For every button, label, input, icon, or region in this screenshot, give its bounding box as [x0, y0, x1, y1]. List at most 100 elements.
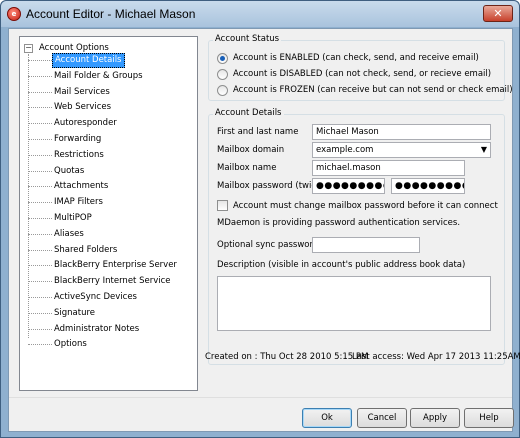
name-field[interactable]: Michael Mason	[312, 124, 491, 140]
tree-item-label[interactable]: Mail Folder & Groups	[52, 70, 145, 83]
must-change-password-checkbox[interactable]	[217, 200, 228, 211]
tree-connector	[28, 154, 52, 156]
window-title: Account Editor - Michael Mason	[26, 7, 196, 21]
tree-connector	[28, 170, 52, 172]
dialog-client: − Account Options Account Details Mail Fo…	[8, 28, 520, 432]
footer-divider	[9, 397, 512, 398]
tree-item-label[interactable]: Shared Folders	[52, 244, 119, 257]
tree-item-label[interactable]: Administrator Notes	[52, 323, 141, 336]
tree-item[interactable]: Options	[28, 337, 89, 352]
tree-connector	[28, 139, 52, 140]
tree-item-label[interactable]: Aliases	[52, 228, 86, 241]
tree-connector	[28, 297, 52, 298]
tree-item[interactable]: Restrictions	[28, 148, 106, 163]
tree-connector	[28, 60, 52, 61]
tree-connector	[28, 186, 52, 188]
close-button[interactable]: ✕	[483, 5, 513, 22]
apply-button[interactable]: Apply	[410, 408, 460, 428]
tree-item[interactable]: Mail Folder & Groups	[28, 69, 145, 84]
tree-item-label[interactable]: IMAP Filters	[52, 196, 105, 209]
tree-item[interactable]: Signature	[28, 306, 97, 321]
tree-connector	[28, 344, 52, 346]
title-bar: e Account Editor - Michael Mason ✕	[1, 1, 519, 27]
tree-item-label[interactable]: BlackBerry Internet Service	[52, 275, 173, 288]
radio-enabled-label: Account is ENABLED (can check, send, and…	[233, 53, 479, 63]
tree-item[interactable]: ActiveSync Devices	[28, 290, 139, 305]
tree-item[interactable]: Aliases	[28, 227, 86, 242]
tree-item-label[interactable]: Account Details	[52, 53, 125, 68]
tree-item-label[interactable]: Web Services	[52, 101, 113, 114]
tree-item[interactable]: Forwarding	[28, 132, 103, 147]
tree-item-label[interactable]: Attachments	[52, 180, 110, 193]
sync-password-field[interactable]	[312, 237, 420, 253]
tree-connector	[28, 249, 52, 251]
domain-select[interactable]: example.com ▼	[312, 142, 491, 158]
radio-frozen-button[interactable]	[217, 84, 228, 96]
close-icon: ✕	[493, 7, 503, 20]
tree-item-label[interactable]: Restrictions	[52, 149, 106, 162]
chevron-down-icon[interactable]: ▼	[481, 143, 487, 157]
radio-disabled[interactable]: Account is DISABLED (can not check, send…	[217, 67, 491, 81]
tree-item[interactable]: Mail Services	[28, 85, 112, 100]
mailbox-label: Mailbox name	[217, 163, 277, 173]
domain-value: example.com	[316, 145, 374, 155]
tree-item-label[interactable]: Quotas	[52, 165, 86, 178]
options-tree[interactable]: − Account Options Account Details Mail Fo…	[19, 36, 198, 391]
tree-item-label[interactable]: Forwarding	[52, 133, 103, 146]
password-field[interactable]: ●●●●●●●●●●●	[312, 178, 385, 194]
tree-item-label[interactable]: ActiveSync Devices	[52, 291, 139, 304]
account-details-title: Account Details	[213, 108, 284, 118]
description-label: Description (visible in account's public…	[217, 260, 466, 270]
tree-connector	[28, 265, 52, 267]
tree-item[interactable]: Web Services	[28, 100, 113, 115]
ok-button[interactable]: Ok	[302, 408, 352, 428]
tree-item[interactable]: Account Details	[28, 53, 125, 68]
radio-disabled-label: Account is DISABLED (can not check, send…	[233, 69, 492, 79]
tree-item-label[interactable]: MultiPOP	[52, 212, 94, 225]
tree-item[interactable]: Autoresponder	[28, 116, 119, 131]
radio-frozen[interactable]: Account is FROZEN (can receive but can n…	[217, 83, 513, 97]
tree-item-label[interactable]: BlackBerry Enterprise Server	[52, 259, 179, 272]
radio-enabled-button[interactable]	[217, 52, 228, 64]
tree-item[interactable]: Quotas	[28, 164, 86, 179]
account-status-title: Account Status	[213, 34, 282, 44]
description-field[interactable]	[217, 276, 491, 331]
tree-item-label[interactable]: Mail Services	[52, 86, 112, 99]
app-icon: e	[7, 7, 21, 21]
domain-label: Mailbox domain	[217, 145, 285, 155]
tree-connector	[28, 233, 52, 235]
tree-item-label[interactable]: Options	[52, 338, 89, 351]
tree-connector	[28, 281, 52, 283]
sync-password-label: Optional sync password	[217, 240, 319, 250]
help-button[interactable]: Help	[464, 408, 514, 428]
radio-disabled-button[interactable]	[217, 68, 228, 80]
collapse-icon[interactable]: −	[24, 43, 33, 53]
tree-connector	[28, 312, 52, 314]
cancel-button[interactable]: Cancel	[357, 408, 407, 428]
tree-connector	[28, 202, 52, 204]
tree-connector	[28, 328, 52, 330]
tree-item[interactable]: Shared Folders	[28, 243, 119, 258]
last-access-text: Last access: Wed Apr 17 2013 11:25AM	[352, 352, 520, 362]
tree-item[interactable]: MultiPOP	[28, 211, 94, 226]
password-confirm-field[interactable]: ●●●●●●●●●●●	[391, 178, 465, 194]
tree-connector	[28, 107, 52, 109]
account-details-group: Account Details First and last name Mich…	[208, 108, 505, 365]
tree-item[interactable]: Attachments	[28, 179, 110, 194]
tree-item[interactable]: IMAP Filters	[28, 195, 105, 210]
must-change-password-label: Account must change mailbox password bef…	[233, 200, 498, 211]
tree-item[interactable]: BlackBerry Enterprise Server	[28, 258, 179, 273]
tree-item-label[interactable]: Autoresponder	[52, 117, 119, 130]
radio-frozen-label: Account is FROZEN (can receive but can n…	[233, 85, 513, 95]
radio-enabled[interactable]: Account is ENABLED (can check, send, and…	[217, 51, 479, 65]
tree-item[interactable]: Administrator Notes	[28, 322, 141, 337]
account-editor-window: e Account Editor - Michael Mason ✕ − Acc…	[0, 0, 520, 438]
name-label: First and last name	[217, 127, 299, 137]
mailbox-field[interactable]: michael.mason	[312, 160, 465, 176]
tree-connector	[28, 91, 52, 93]
tree-item[interactable]: BlackBerry Internet Service	[28, 274, 173, 289]
tree-item-label[interactable]: Signature	[52, 307, 97, 320]
tree-connector	[28, 75, 52, 77]
must-change-password-option[interactable]: Account must change mailbox password bef…	[217, 200, 498, 211]
password-label: Mailbox password (twice)	[217, 181, 325, 191]
